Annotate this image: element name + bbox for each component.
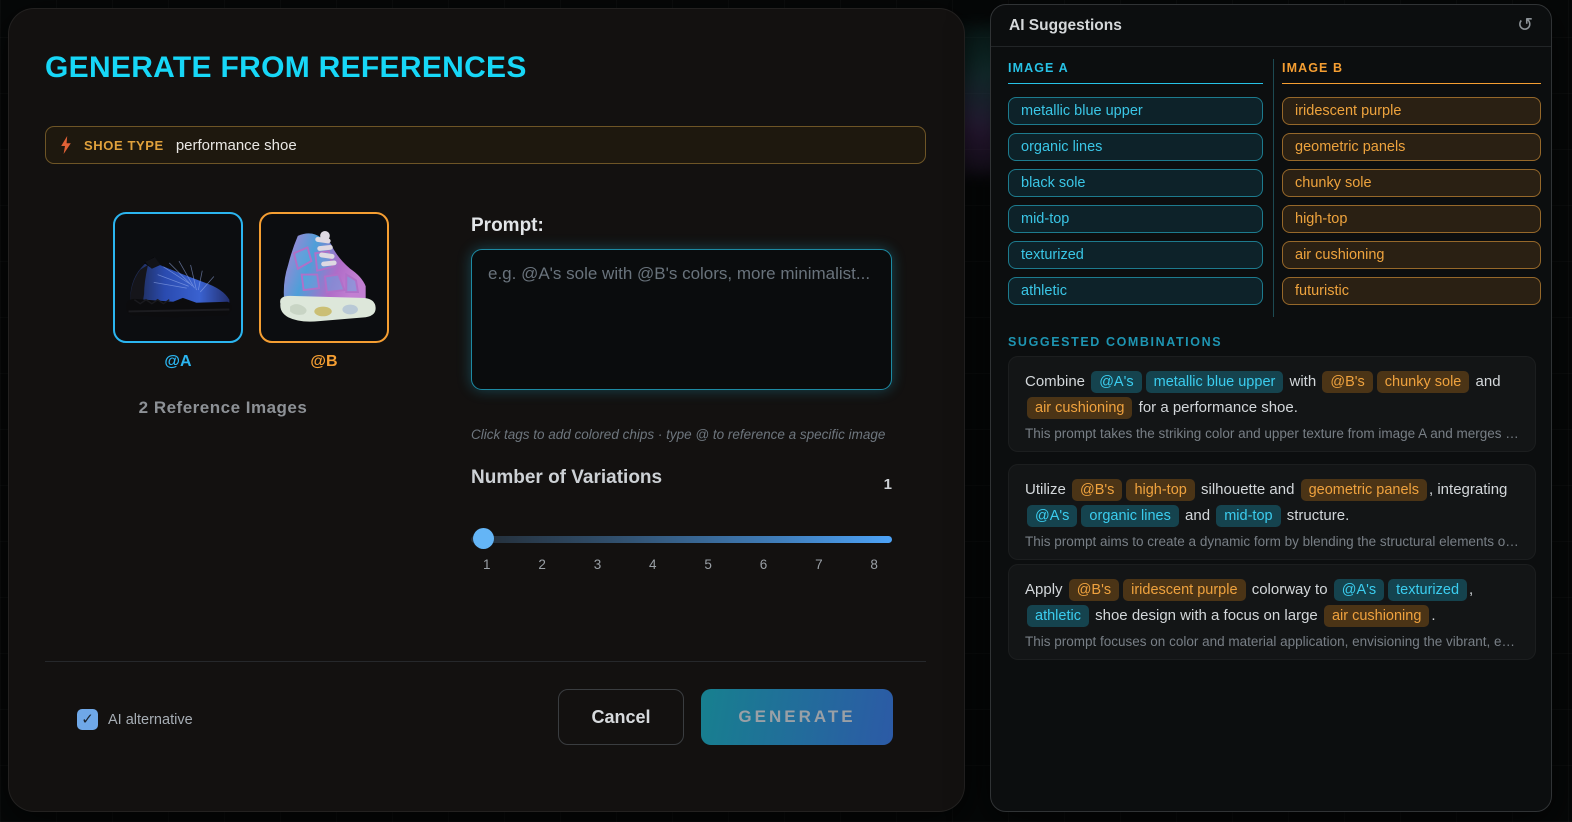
reference-b-label: @B [310,353,338,370]
suggestion-text-fragment: for a performance shoe. [1134,399,1298,416]
tag-metallic-blue-upper[interactable]: metallic blue upper [1008,97,1263,125]
suggestions-title: AI Suggestions [1009,16,1122,34]
tick-6: 6 [759,557,768,572]
suggestion-text-fragment: silhouette and [1196,481,1299,498]
tick-7: 7 [815,557,823,572]
chip-image-b[interactable]: @B's [1068,579,1120,601]
chip-image-a[interactable]: mid-top [1216,505,1281,527]
shoe-type-label: SHOE TYPE [84,137,164,153]
tick-4: 4 [649,557,657,572]
suggestion-card[interactable]: Combine @A's metallic blue upper with @B'… [1008,356,1536,452]
cancel-button[interactable]: Cancel [558,689,684,745]
reference-image-a[interactable] [113,212,243,343]
reference-a-label: @A [164,353,192,370]
suggestion-text: Utilize @B's high-top silhouette and geom… [1025,477,1519,529]
image-a-column-header: IMAGE A [1008,61,1263,84]
suggested-combinations-header: SUGGESTED COMBINATIONS [1008,335,1223,349]
chip-image-a[interactable]: @A's [1027,505,1078,527]
chip-image-b[interactable]: @B's [1322,371,1373,393]
tag-texturized[interactable]: texturized [1008,241,1263,269]
generate-button[interactable]: GENERATE [701,689,893,745]
suggestion-text-fragment: shoe design with a focus on large [1090,607,1322,624]
tag-black-sole[interactable]: black sole [1008,169,1263,197]
suggestion-text-fragment: and [1471,373,1501,390]
tick-3: 3 [593,557,602,572]
suggestion-text-fragment: , [1469,581,1474,598]
chip-image-b[interactable]: chunky sole [1376,371,1470,393]
shoe-a-illustration [126,257,232,318]
tag-iridescent-purple[interactable]: iridescent purple [1282,97,1541,125]
chip-image-b[interactable]: high-top [1126,479,1195,501]
chip-image-a[interactable]: metallic blue upper [1145,371,1284,393]
screen: GENERATE FROM REFERENCES SHOE TYPE perfo… [0,0,1572,822]
tick-2: 2 [538,557,546,572]
suggestion-text-fragment: colorway to [1247,581,1332,598]
variations-value: 1 [883,476,892,493]
ai-alternative-row: ✓ AI alternative [77,709,193,730]
image-a-tag-list: metallic blue upper organic lines black … [1008,97,1263,305]
prompt-input[interactable] [471,249,892,390]
suggestion-text-fragment: Utilize [1025,481,1071,498]
chip-image-b[interactable]: geometric panels [1300,479,1428,501]
tag-chunky-sole[interactable]: chunky sole [1282,169,1541,197]
chip-image-a[interactable]: @A's [1333,579,1385,601]
footer-divider [45,661,926,662]
tick-5: 5 [704,557,712,572]
reference-count: 2 Reference Images [138,398,308,417]
prompt-label: Prompt: [471,215,544,236]
chip-image-b[interactable]: air cushioning [1027,397,1133,419]
slider-track[interactable] [471,536,892,543]
suggestion-description: This prompt focuses on color and materia… [1025,634,1519,649]
refresh-icon[interactable]: ↺ [1517,16,1533,35]
suggestion-text-fragment: , integrating [1429,481,1508,498]
shoe-type-field[interactable]: SHOE TYPE performance shoe [45,126,926,164]
tag-mid-top[interactable]: mid-top [1008,205,1263,233]
generate-modal: GENERATE FROM REFERENCES SHOE TYPE perfo… [8,8,965,812]
tag-organic-lines[interactable]: organic lines [1008,133,1263,161]
suggestion-card[interactable]: Utilize @B's high-top silhouette and geom… [1008,464,1536,560]
reference-image-b[interactable] [259,212,389,343]
image-b-column-header: IMAGE B [1282,61,1541,84]
suggestion-text-fragment: structure. [1282,507,1350,524]
chip-image-b[interactable]: air cushioning [1323,605,1430,627]
suggestion-text-fragment: Combine [1025,373,1090,390]
suggestions-header: AI Suggestions ↺ [991,5,1551,47]
shoe-type-value: performance shoe [175,136,297,154]
image-b-tag-list: iridescent purple geometric panels chunk… [1282,97,1541,305]
suggestion-description: This prompt takes the striking color and… [1025,426,1519,441]
suggestion-card[interactable]: Apply @B's iridescent purple colorway to … [1008,564,1536,660]
suggestion-text-fragment: with [1285,373,1321,390]
chip-image-a[interactable]: @A's [1091,371,1142,393]
chip-image-b[interactable]: iridescent purple [1123,579,1246,601]
slider-thumb[interactable] [473,528,494,549]
column-divider [1273,59,1274,317]
suggestion-text: Combine @A's metallic blue upper with @B'… [1025,369,1519,421]
ai-suggestions-panel: AI Suggestions ↺ IMAGE A IMAGE B metalli… [990,4,1552,812]
ai-alternative-label: AI alternative [108,711,193,728]
chip-image-a[interactable]: texturized [1388,579,1468,601]
prompt-hint: Click tags to add colored chips · type @… [471,427,886,442]
ai-alternative-checkbox[interactable]: ✓ [77,709,98,730]
suggestion-description: This prompt aims to create a dynamic for… [1025,534,1519,549]
tick-1: 1 [483,557,491,572]
checkmark-icon: ✓ [81,711,94,728]
suggestion-text-fragment: and [1180,507,1215,524]
tag-futuristic[interactable]: futuristic [1282,277,1541,305]
variations-slider[interactable] [471,527,892,551]
page-title: GENERATE FROM REFERENCES [45,51,527,84]
chip-image-b[interactable]: @B's [1072,479,1123,501]
shoe-b-illustration [280,230,376,322]
slider-tick-labels: 1 2 3 4 5 6 7 8 [471,557,892,572]
tag-athletic[interactable]: athletic [1008,277,1263,305]
tag-geometric-panels[interactable]: geometric panels [1282,133,1541,161]
tag-high-top[interactable]: high-top [1282,205,1541,233]
suggestion-text: Apply @B's iridescent purple colorway to … [1025,577,1519,629]
suggestion-text-fragment: Apply [1025,581,1067,598]
lightning-icon [60,136,72,154]
chip-image-a[interactable]: organic lines [1081,505,1179,527]
tick-8: 8 [870,557,878,572]
chip-image-a[interactable]: athletic [1027,605,1089,627]
tag-air-cushioning[interactable]: air cushioning [1282,241,1541,269]
suggestion-text-fragment: . [1431,607,1436,624]
